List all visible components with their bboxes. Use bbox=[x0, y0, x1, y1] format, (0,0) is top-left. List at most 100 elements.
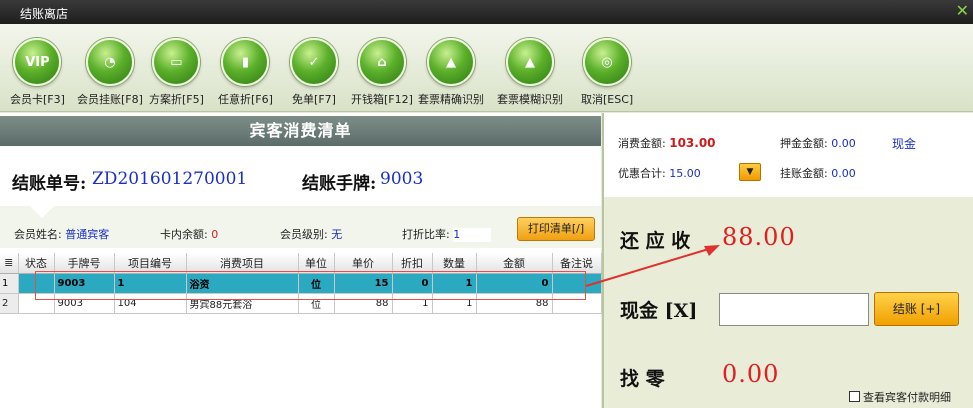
consume-amount-value: 103.00 bbox=[669, 136, 716, 150]
checkbox-icon[interactable] bbox=[849, 391, 860, 402]
ticket-fuzzy-button[interactable]: ▲ 套票模糊识别 bbox=[497, 38, 563, 107]
close-icon[interactable]: ✕ bbox=[956, 1, 969, 20]
cell-qty[interactable]: 1 bbox=[432, 273, 477, 294]
col-amount[interactable]: 金额 bbox=[476, 253, 553, 274]
member-name-value: 普通宾客 bbox=[65, 228, 110, 241]
cell-price[interactable]: 88 bbox=[334, 293, 393, 314]
grid-header: ≣ 状态 手牌号 项目编号 消费项目 单位 单价 折扣 数量 金额 备注说 bbox=[0, 253, 602, 274]
member-info-row: 会员姓名: 普通宾客 卡内余额: 0 会员级别: 无 打折比率: 1 bbox=[0, 206, 601, 248]
cell-item[interactable]: 浴资 bbox=[186, 273, 299, 294]
cell-tag[interactable]: 9003 bbox=[54, 293, 115, 314]
member-card-button[interactable]: VIP 会员卡[F3] bbox=[10, 38, 65, 107]
cell-note[interactable] bbox=[552, 293, 602, 314]
col-status[interactable]: 状态 bbox=[18, 253, 55, 274]
cell-status[interactable] bbox=[18, 273, 55, 294]
any-discount-label: 任意折[F6] bbox=[218, 93, 273, 106]
free-order-label: 免单[F7] bbox=[292, 93, 336, 106]
row-number: 2 bbox=[0, 293, 19, 314]
cell-amount[interactable]: 88 bbox=[476, 293, 553, 314]
ticket-exact-label: 套票精确识别 bbox=[418, 93, 484, 106]
discount-rate: 打折比率: 1 bbox=[402, 226, 492, 242]
discount-total-value: 15.00 bbox=[669, 167, 701, 180]
cancel-icon: ◎ bbox=[583, 38, 632, 86]
col-item[interactable]: 消费项目 bbox=[186, 253, 299, 274]
row-selector-icon[interactable]: ≣ bbox=[0, 253, 19, 274]
payment-detail-checkbox[interactable]: 查看宾客付款明细 bbox=[849, 389, 951, 405]
discount-total: 优惠合计: 15.00 bbox=[618, 165, 701, 181]
col-qty[interactable]: 数量 bbox=[432, 253, 477, 274]
card-balance-value: 0 bbox=[211, 228, 219, 241]
consume-amount: 消费金额: 103.00 bbox=[618, 135, 716, 151]
discount-total-label: 优惠合计: bbox=[618, 167, 666, 180]
deposit-method: 现金 bbox=[892, 137, 917, 151]
charge-amount-value: 0.00 bbox=[831, 167, 856, 180]
cell-status[interactable] bbox=[18, 293, 55, 314]
ticket-exact-button[interactable]: ▲ 套票精确识别 bbox=[418, 38, 484, 107]
change-label: 找 零 bbox=[620, 368, 665, 390]
any-discount-icon: ▮ bbox=[221, 38, 270, 86]
member-card-label: 会员卡[F3] bbox=[10, 93, 65, 106]
cell-amount[interactable]: 0 bbox=[476, 273, 553, 294]
cash-label: 现金 [X] bbox=[620, 300, 698, 322]
table-row[interactable]: 2 9003 104 男宾88元套浴 位 88 1 1 88 bbox=[0, 293, 602, 314]
cell-price[interactable]: 15 bbox=[334, 273, 393, 294]
payment-panel: 消费金额: 103.00 押金金额: 0.00 现金 优惠合计: 15.00 ▼… bbox=[602, 113, 973, 408]
bill-no-label: 结账单号: bbox=[12, 174, 87, 194]
member-name-label: 会员姓名: bbox=[14, 228, 62, 241]
payment-summary: 消费金额: 103.00 押金金额: 0.00 现金 优惠合计: 15.00 ▼… bbox=[604, 113, 973, 197]
row-number: 1 bbox=[0, 273, 19, 294]
settle-button[interactable]: 结账 [+] bbox=[874, 292, 959, 326]
member-level-value: 无 bbox=[331, 228, 343, 241]
col-code[interactable]: 项目编号 bbox=[114, 253, 187, 274]
table-row[interactable]: 1 9003 1 浴资 位 15 0 1 0 bbox=[0, 273, 602, 294]
ticket-exact-icon: ▲ bbox=[427, 38, 475, 86]
member-level: 会员级别: 无 bbox=[280, 226, 342, 242]
bill-tag-value: 9003 bbox=[380, 169, 424, 189]
cell-note[interactable] bbox=[552, 273, 602, 294]
discount-dropdown-icon[interactable]: ▼ bbox=[739, 163, 761, 181]
bill-no-value: ZD201601270001 bbox=[92, 169, 248, 189]
cell-unit[interactable]: 位 bbox=[298, 293, 335, 314]
deposit-amount-label: 押金金额: bbox=[780, 137, 828, 150]
any-discount-button[interactable]: ▮ 任意折[F6] bbox=[218, 38, 273, 107]
cell-qty[interactable]: 1 bbox=[432, 293, 477, 314]
plan-discount-icon: ▭ bbox=[152, 38, 201, 86]
section-title: 宾客消费清单 bbox=[0, 116, 601, 146]
col-price[interactable]: 单价 bbox=[334, 253, 393, 274]
toolbar: VIP 会员卡[F3] ◔ 会员挂账[F8] ▭ 方案折[F5] ▮ 任意折[F… bbox=[0, 24, 973, 112]
cell-code[interactable]: 104 bbox=[114, 293, 187, 314]
ticket-fuzzy-icon: ▲ bbox=[506, 38, 554, 86]
cell-discount[interactable]: 1 bbox=[392, 293, 433, 314]
col-unit[interactable]: 单位 bbox=[298, 253, 335, 274]
col-tag[interactable]: 手牌号 bbox=[54, 253, 115, 274]
cell-code[interactable]: 1 bbox=[114, 273, 187, 294]
cash-input[interactable] bbox=[719, 293, 869, 326]
cash-drawer-icon: ⌂ bbox=[357, 38, 406, 86]
payment-detail-label: 查看宾客付款明细 bbox=[863, 391, 951, 404]
cell-discount[interactable]: 0 bbox=[392, 273, 433, 294]
free-order-button[interactable]: ✓ 免单[F7] bbox=[290, 38, 338, 107]
cash-drawer-label: 开钱箱[F12] bbox=[351, 93, 413, 106]
ticket-fuzzy-label: 套票模糊识别 bbox=[497, 93, 563, 106]
card-balance-label: 卡内余额: bbox=[160, 228, 208, 241]
cell-unit[interactable]: 位 bbox=[298, 273, 335, 294]
title-bar: 结账离店 ✕ bbox=[0, 0, 973, 24]
cash-drawer-button[interactable]: ⌂ 开钱箱[F12] bbox=[351, 38, 413, 107]
charge-amount-label: 挂账金额: bbox=[780, 167, 828, 180]
card-balance: 卡内余额: 0 bbox=[160, 226, 218, 242]
print-list-button[interactable]: 打印清单[/] bbox=[517, 217, 595, 241]
member-charge-button[interactable]: ◔ 会员挂账[F8] bbox=[77, 38, 143, 107]
cell-tag[interactable]: 9003 bbox=[54, 273, 115, 294]
col-discount[interactable]: 折扣 bbox=[392, 253, 433, 274]
cancel-button[interactable]: ◎ 取消[ESC] bbox=[581, 38, 633, 107]
plan-discount-button[interactable]: ▭ 方案折[F5] bbox=[149, 38, 204, 107]
cell-item[interactable]: 男宾88元套浴 bbox=[186, 293, 299, 314]
deposit-amount-value: 0.00 bbox=[831, 137, 856, 150]
member-level-label: 会员级别: bbox=[280, 228, 328, 241]
member-charge-icon: ◔ bbox=[85, 38, 134, 86]
col-note[interactable]: 备注说 bbox=[552, 253, 602, 274]
member-charge-label: 会员挂账[F8] bbox=[77, 93, 143, 106]
bill-header: 结账单号: ZD201601270001 结账手牌: 9003 bbox=[0, 146, 601, 206]
charge-amount: 挂账金额: 0.00 bbox=[780, 165, 856, 181]
consumption-grid: ≣ 状态 手牌号 项目编号 消费项目 单位 单价 折扣 数量 金额 备注说 1 … bbox=[0, 253, 602, 314]
